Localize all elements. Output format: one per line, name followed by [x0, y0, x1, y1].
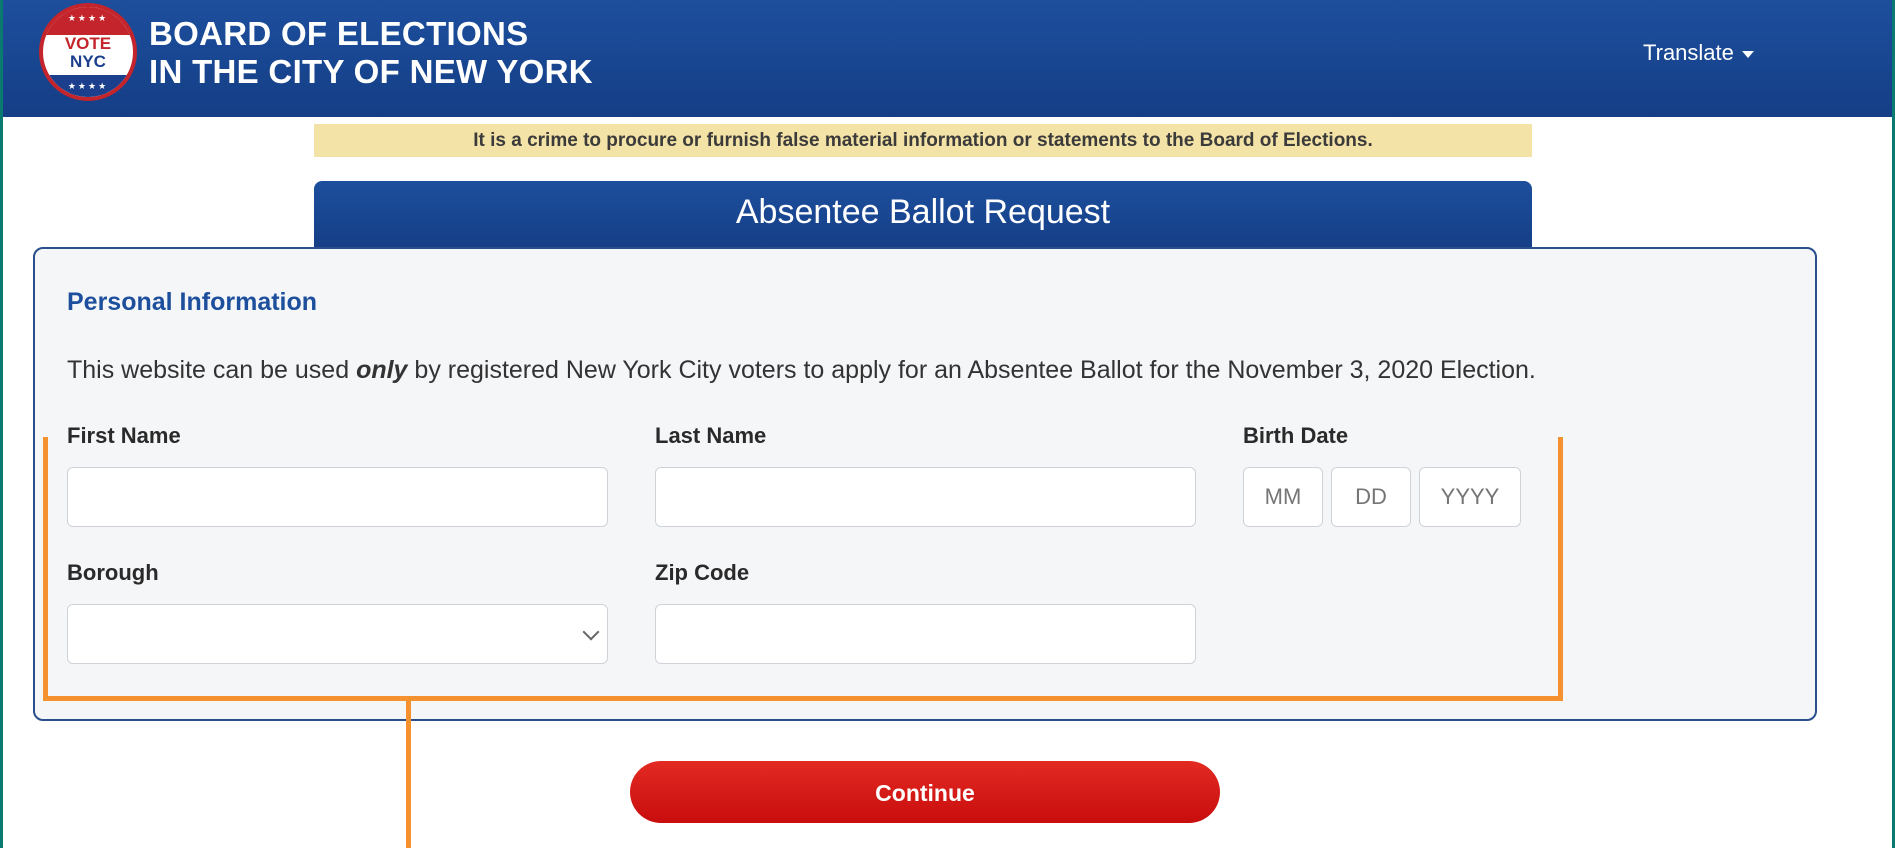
legal-warning-banner: It is a crime to procure or furnish fals… [314, 124, 1532, 157]
page: ★★★★ VOTE NYC ★★★★ BOARD OF ELECTIONS IN… [3, 0, 1892, 848]
logo-text: VOTE NYC [43, 35, 133, 75]
caret-down-icon [1741, 50, 1754, 58]
intro-text-end: by registered New York City voters to ap… [407, 356, 1536, 384]
last-name-input[interactable] [655, 467, 1196, 527]
birth-date-label: Birth Date [1243, 423, 1349, 448]
birth-year-input[interactable] [1419, 467, 1521, 527]
logo-stars-bottom: ★★★★ [67, 81, 109, 91]
zip-code-label: Zip Code [655, 560, 750, 585]
zip-code-input[interactable] [655, 604, 1196, 664]
borough-label: Borough [67, 560, 159, 585]
birth-month-input[interactable] [1243, 467, 1323, 527]
intro-emphasis: only [356, 356, 408, 384]
site-title-line1: BOARD OF ELECTIONS [149, 15, 529, 52]
highlight-outline-left [43, 437, 48, 701]
birth-day-input[interactable] [1331, 467, 1411, 527]
highlight-callout-line [406, 701, 411, 848]
section-title: Personal Information [67, 288, 318, 316]
logo-text-nyc: NYC [70, 52, 106, 71]
first-name-input[interactable] [67, 467, 608, 527]
first-name-label: First Name [67, 423, 181, 448]
borough-select[interactable] [67, 604, 608, 664]
logo-stars-top: ★★★★ [67, 13, 109, 23]
site-header: ★★★★ VOTE NYC ★★★★ BOARD OF ELECTIONS IN… [3, 0, 1892, 117]
eligibility-notice: This website can be used only by registe… [67, 356, 1536, 385]
site-title[interactable]: BOARD OF ELECTIONS IN THE CITY OF NEW YO… [149, 15, 593, 91]
intro-text-start: This website can be used [67, 356, 357, 384]
site-title-line2: IN THE CITY OF NEW YORK [149, 53, 593, 90]
translate-label: Translate [1643, 40, 1734, 65]
continue-button[interactable]: Continue [630, 761, 1220, 823]
form-heading: Absentee Ballot Request [314, 181, 1532, 249]
chevron-down-icon [582, 623, 600, 641]
highlight-outline-bottom [43, 696, 1563, 701]
logo-text-vote: VOTE [64, 34, 112, 53]
highlight-outline-right [1558, 437, 1563, 701]
vote-nyc-logo[interactable]: ★★★★ VOTE NYC ★★★★ [39, 3, 137, 101]
translate-dropdown[interactable]: Translate [1643, 40, 1754, 66]
last-name-label: Last Name [655, 423, 767, 448]
